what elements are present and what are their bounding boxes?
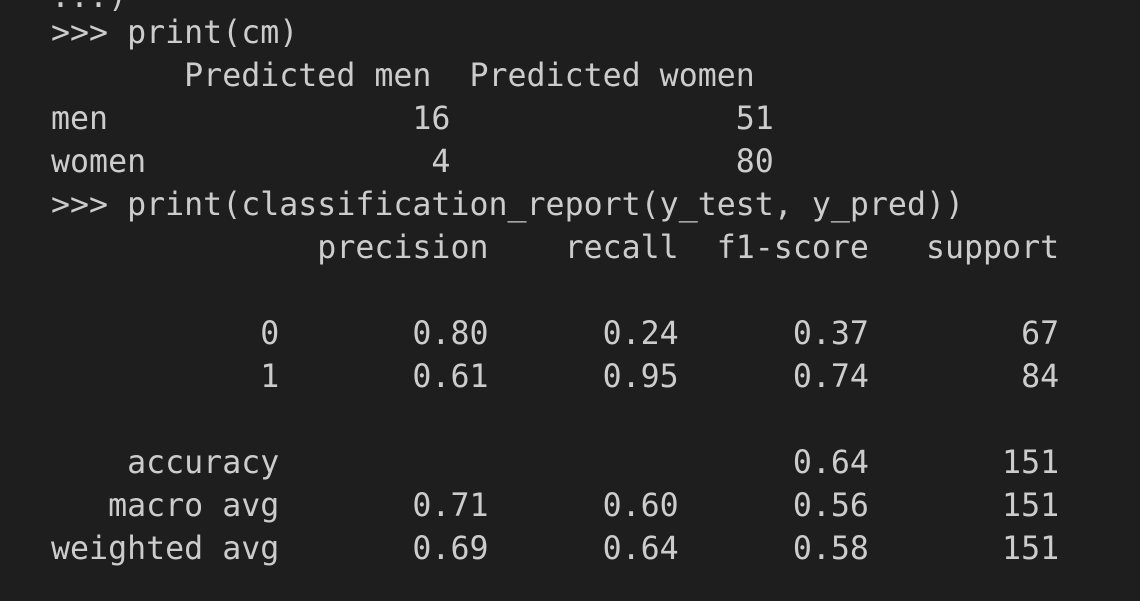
confusion-matrix-header: Predicted men Predicted women bbox=[51, 58, 755, 94]
confusion-matrix-row-men: men 16 51 bbox=[51, 101, 774, 137]
confusion-matrix-row-women: women 4 80 bbox=[51, 144, 774, 180]
report-header: precision recall f1-score support bbox=[51, 230, 1060, 266]
report-row-class-1: 1 0.61 0.95 0.74 84 bbox=[51, 359, 1060, 395]
report-row-class-0: 0 0.80 0.24 0.37 67 bbox=[51, 316, 1060, 352]
command-classification-report: >>> print(classification_report(y_test, … bbox=[51, 187, 965, 223]
report-row-accuracy: accuracy 0.64 151 bbox=[51, 445, 1060, 481]
report-row-macro-avg: macro avg 0.71 0.60 0.56 151 bbox=[51, 488, 1060, 524]
command-print-cm: >>> print(cm) bbox=[51, 15, 299, 51]
terminal-output[interactable]: ...) >>> print(cm) Predicted men Predict… bbox=[0, 0, 1140, 601]
report-row-weighted-avg: weighted avg 0.69 0.64 0.58 151 bbox=[51, 531, 1060, 567]
